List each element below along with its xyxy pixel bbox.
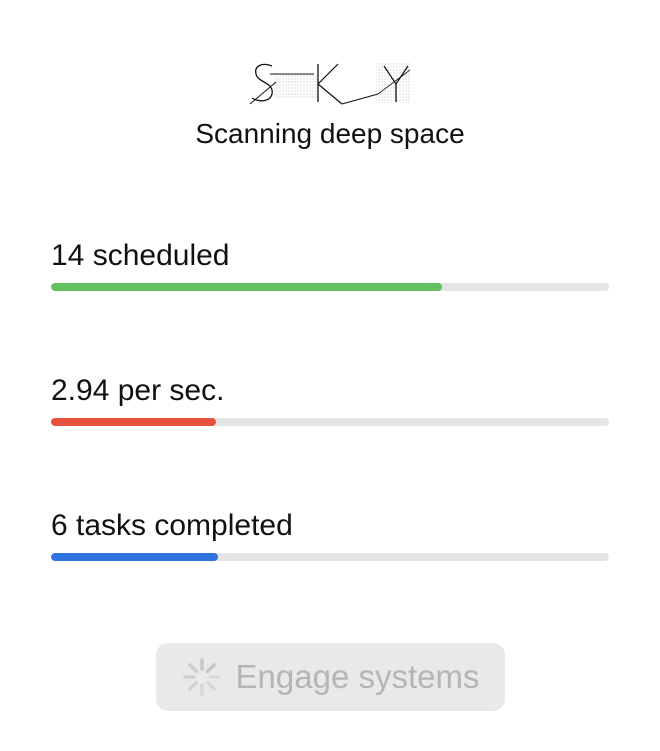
- spinner-spoke: [187, 680, 198, 691]
- rate-progress-fill: [51, 418, 216, 426]
- scheduled-progress-fill: [51, 283, 442, 291]
- engage-systems-button[interactable]: Engage systems: [156, 643, 505, 711]
- completed-progress-track: [51, 553, 609, 561]
- stat-completed: 6 tasks completed: [51, 507, 609, 561]
- completed-progress-fill: [51, 553, 219, 561]
- spinner-spoke: [187, 663, 198, 674]
- page-subtitle: Scanning deep space: [195, 118, 465, 149]
- rate-progress-track: [51, 418, 609, 426]
- engage-systems-label: Engage systems: [235, 658, 480, 695]
- sky-logo: [249, 63, 411, 105]
- stat-scheduled: 14 scheduled: [51, 237, 609, 291]
- scheduled-label: 14 scheduled: [51, 239, 230, 272]
- spinner-spoke: [205, 663, 216, 674]
- spinner-icon: [182, 658, 221, 696]
- spinner-spoke: [205, 680, 216, 691]
- stat-rate: 2.94 per sec.: [51, 372, 609, 426]
- scheduled-progress-track: [51, 283, 609, 291]
- completed-label: 6 tasks completed: [51, 509, 293, 542]
- rate-label: 2.94 per sec.: [51, 374, 225, 407]
